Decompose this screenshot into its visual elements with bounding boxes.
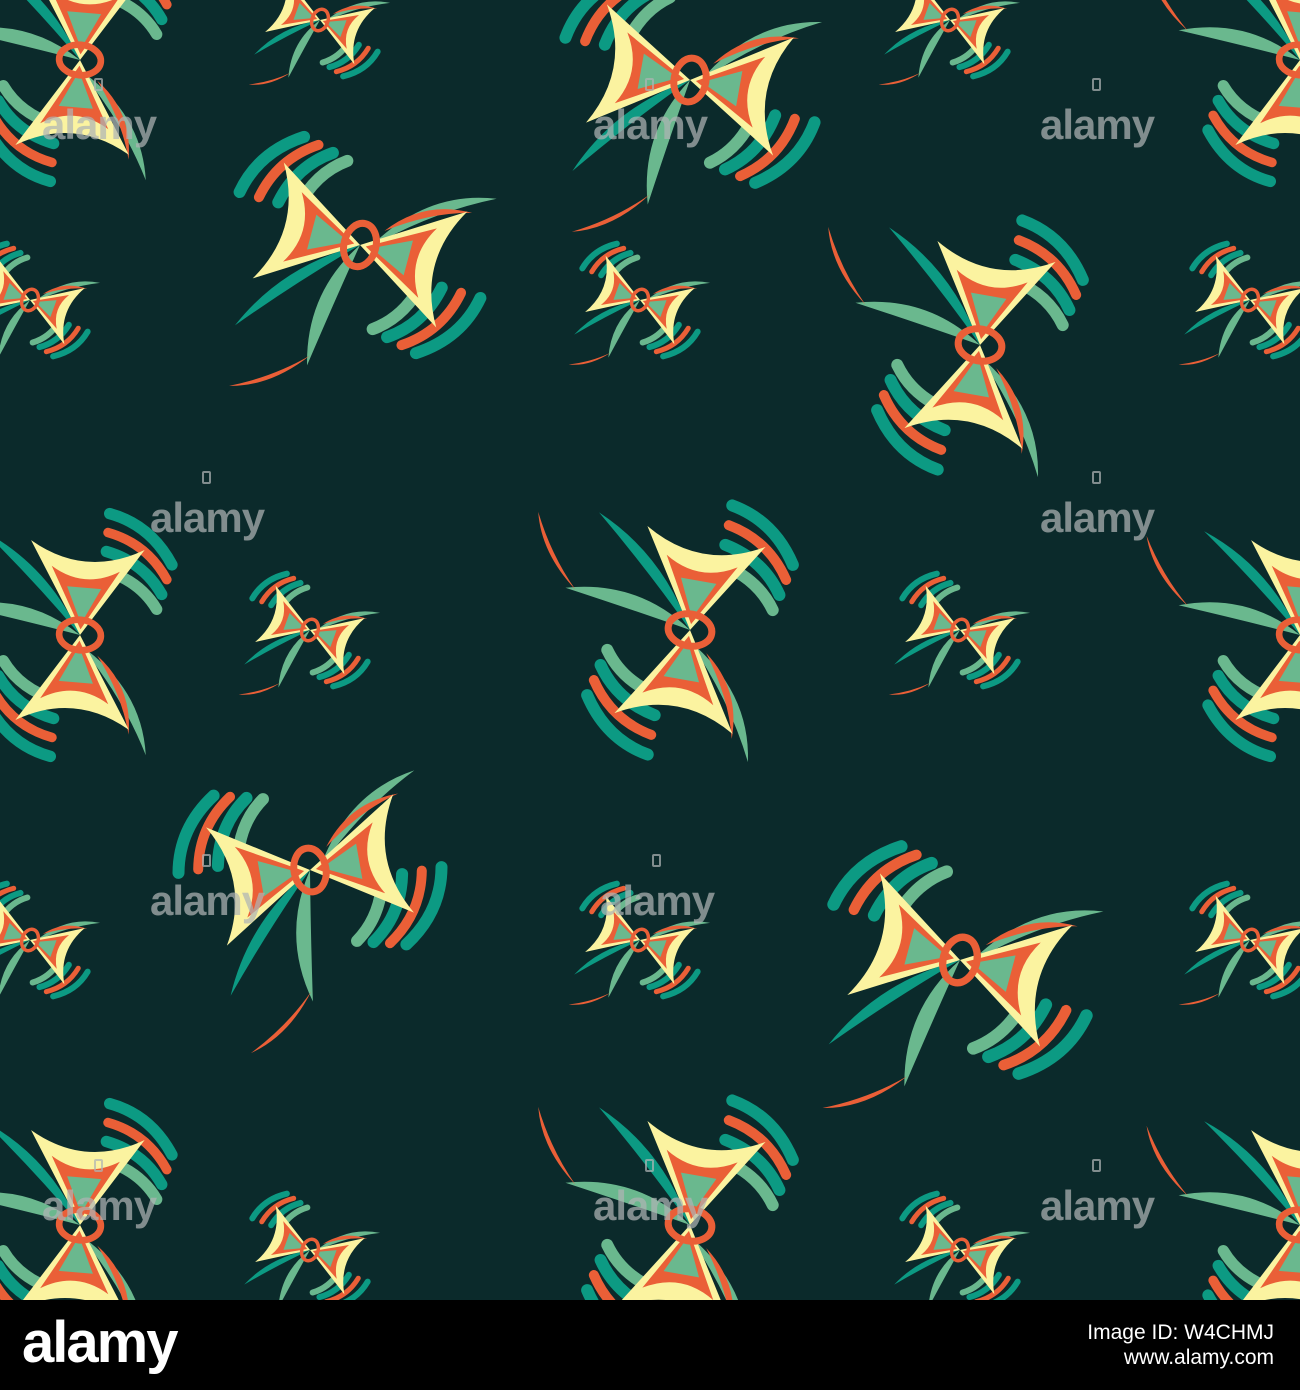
- bow-motif-small: [870, 565, 1037, 732]
- watermark: alamy: [42, 1159, 157, 1227]
- image-id-label: Image ID: W4CHMJ: [1087, 1321, 1274, 1344]
- bow-motif: [0, 0, 176, 190]
- bow-motif-small: [230, 0, 397, 122]
- bow-motif-small: [0, 875, 106, 1042]
- watermark: alamy: [1040, 1159, 1155, 1227]
- pattern-canvas: alamy alamy alamy alamy alamy alamy alam…: [0, 0, 1300, 1300]
- bow-motif-small: [220, 565, 387, 732]
- watermark: alamy: [1040, 471, 1155, 539]
- watermark: alamy: [600, 854, 715, 922]
- watermark: alamy: [150, 854, 265, 922]
- bow-motif: [782, 833, 1116, 1167]
- bow-motif-small: [1160, 235, 1300, 402]
- watermark: alamy: [150, 471, 265, 539]
- bow-motif-small: [1160, 875, 1300, 1042]
- bow-motif-small: [550, 235, 717, 402]
- footer-bar: alamy Image ID: W4CHMJ www.alamy.com: [0, 1300, 1300, 1390]
- bow-motif: [1128, 1088, 1300, 1300]
- watermark: alamy: [42, 78, 157, 146]
- watermark: alamy: [1040, 78, 1155, 146]
- bow-motif: [190, 124, 508, 442]
- image-info: Image ID: W4CHMJ www.alamy.com: [1087, 1320, 1274, 1370]
- bow-motif: [500, 472, 801, 773]
- bow-motif-small: [860, 0, 1027, 122]
- seamless-bow-pattern: [0, 0, 1300, 1300]
- watermark: alamy: [593, 1159, 708, 1227]
- bow-motif: [1128, 0, 1300, 190]
- bow-motif-small: [870, 1185, 1037, 1300]
- footer-logo[interactable]: alamy: [22, 1314, 178, 1372]
- watermark: alamy: [593, 78, 708, 146]
- bow-motif: [1128, 498, 1300, 766]
- bow-motif-small: [0, 235, 106, 402]
- bow-motif-small: [220, 1185, 387, 1300]
- bow-motif: [790, 187, 1091, 488]
- site-link[interactable]: www.alamy.com: [1087, 1345, 1274, 1370]
